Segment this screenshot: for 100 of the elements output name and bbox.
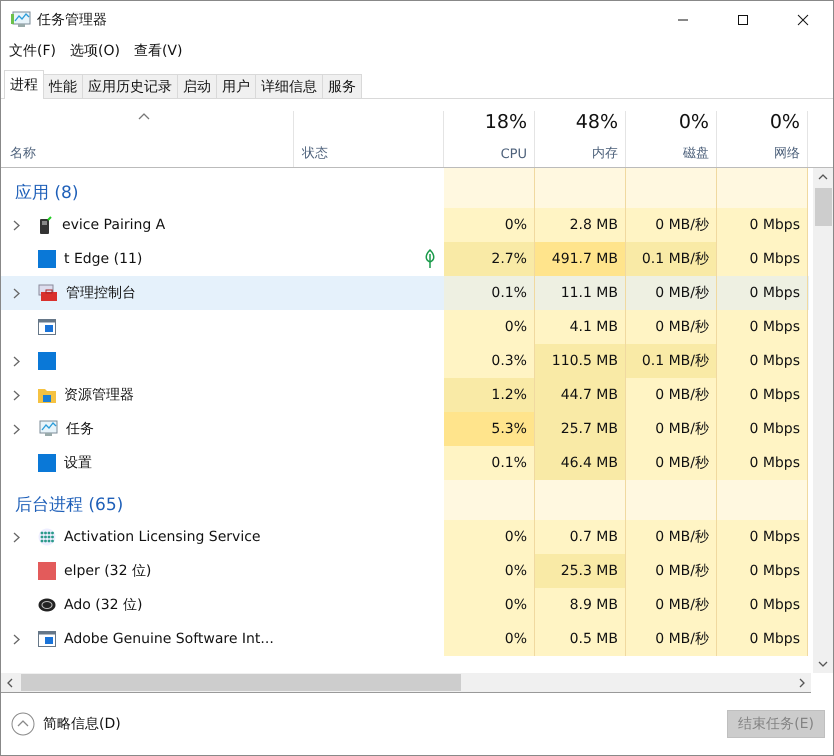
process-name: Ado (32 位) — [64, 596, 142, 614]
scroll-right-icon[interactable] — [799, 678, 805, 688]
app-icon — [38, 352, 56, 370]
metric-cell: 0.7 MB — [535, 520, 626, 554]
tab[interactable]: 详细信息 — [255, 74, 323, 98]
metric-cell: 0 MB/秒 — [626, 276, 717, 310]
metric-cell: 0 Mbps — [717, 208, 808, 242]
column-header[interactable]: 状态 — [302, 144, 443, 162]
group-title: 应用 (8) — [15, 182, 78, 204]
toolbox-icon — [38, 284, 58, 302]
process-row[interactable]: t Edge (11) 2.7% 491.7 MB 0.1 MB/秒 0 Mbps — [1, 242, 809, 276]
tab[interactable]: 应用历史记录 — [82, 74, 178, 98]
column-header[interactable]: 内存 — [592, 144, 618, 162]
metric-cell: 11.1 MB — [535, 276, 626, 310]
process-name: 设置 — [64, 454, 92, 472]
process-row[interactable]: Adobe Genuine Software Int... 0% 0.5 MB 0 MB/秒 0 Mbps — [1, 622, 809, 656]
process-name: 管理控制台 — [66, 284, 136, 302]
tab[interactable]: 性能 — [43, 74, 83, 98]
vertical-scrollbar[interactable] — [813, 168, 833, 673]
metric-cell: 110.5 MB — [535, 344, 626, 378]
process-row[interactable]: elper (32 位) 0% 25.3 MB 0 MB/秒 0 Mbps — [1, 554, 809, 588]
metric-cell: 0 MB/秒 — [626, 588, 717, 622]
menu-item[interactable]: 文件(F) — [9, 42, 56, 60]
menu-item[interactable]: 查看(V) — [134, 42, 182, 60]
metric-cell: 0 Mbps — [717, 588, 808, 622]
app-icon — [38, 454, 56, 472]
process-name: elper (32 位) — [64, 562, 152, 580]
app-icon — [38, 562, 56, 580]
metric-cell: 0 Mbps — [717, 378, 808, 412]
horizontal-scrollbar[interactable] — [1, 673, 811, 693]
process-row[interactable]: 管理控制台 0.1% 11.1 MB 0 MB/秒 0 Mbps — [1, 276, 809, 310]
metric-cell: 0 Mbps — [717, 242, 808, 276]
process-row[interactable]: 0% 4.1 MB 0 MB/秒 0 Mbps — [1, 310, 809, 344]
column-header[interactable]: 磁盘 — [683, 144, 709, 162]
window-icon — [38, 319, 56, 335]
maximize-icon — [737, 14, 749, 26]
chevron-right-icon[interactable] — [13, 390, 20, 400]
column-header[interactable]: 名称 — [10, 144, 293, 162]
scroll-thumb[interactable] — [21, 674, 461, 691]
metric-cell: 0 MB/秒 — [626, 554, 717, 588]
monitor-chart-icon — [11, 11, 31, 29]
chevron-right-icon[interactable] — [13, 532, 20, 542]
metric-cell: 0 MB/秒 — [626, 378, 717, 412]
scroll-down-icon[interactable] — [818, 661, 828, 667]
metric-cell: 0 Mbps — [717, 310, 808, 344]
scroll-up-icon[interactable] — [818, 174, 828, 180]
metric-cell: 0 Mbps — [717, 622, 808, 656]
metric-cell: 1.2% — [444, 378, 535, 412]
metric-cell: 0 MB/秒 — [626, 412, 717, 446]
metric-cell: 0% — [444, 310, 535, 344]
metric-cell: 0 MB/秒 — [626, 310, 717, 344]
column-total: 0% — [770, 111, 800, 133]
metric-cell: 0% — [444, 554, 535, 588]
process-name: t Edge (11) — [64, 251, 142, 267]
process-row[interactable]: 0.3% 110.5 MB 0.1 MB/秒 0 Mbps — [1, 344, 809, 378]
metric-cell: 0% — [444, 208, 535, 242]
tab[interactable]: 启动 — [177, 74, 217, 98]
metric-cell: 2.8 MB — [535, 208, 626, 242]
metric-cell: 0 MB/秒 — [626, 520, 717, 554]
metric-cell: 0.1% — [444, 276, 535, 310]
process-row[interactable]: 任务 5.3% 25.7 MB 0 MB/秒 0 Mbps — [1, 412, 809, 446]
process-row[interactable]: Activation Licensing Service 0% 0.7 MB 0 MB/秒 0 Mbps — [1, 520, 809, 554]
metric-cell: 0 Mbps — [717, 446, 808, 480]
tab[interactable]: 用户 — [216, 74, 256, 98]
folder-icon — [38, 387, 56, 403]
process-row[interactable]: 资源管理器 1.2% 44.7 MB 0 MB/秒 0 Mbps — [1, 378, 809, 412]
chevron-right-icon[interactable] — [13, 288, 20, 298]
metric-cell: 0.1 MB/秒 — [626, 344, 717, 378]
metric-cell: 0 Mbps — [717, 554, 808, 588]
column-total: 0% — [678, 111, 709, 133]
chevron-right-icon[interactable] — [13, 220, 20, 230]
metric-cell: 0 Mbps — [717, 344, 808, 378]
column-total: 48% — [576, 111, 618, 133]
process-row[interactable]: Ado (32 位) 0% 8.9 MB 0 MB/秒 0 Mbps — [1, 588, 809, 622]
chevron-right-icon[interactable] — [13, 424, 20, 434]
scroll-thumb[interactable] — [814, 188, 832, 226]
metric-cell: 8.9 MB — [535, 588, 626, 622]
column-header[interactable]: CPU — [500, 147, 527, 162]
metric-cell: 0.1% — [444, 446, 535, 480]
tab[interactable]: 进程 — [4, 70, 44, 99]
details-toggle[interactable]: 简略信息(D) — [11, 712, 121, 736]
process-row[interactable]: 设置 0.1% 46.4 MB 0 MB/秒 0 Mbps — [1, 446, 809, 480]
column-header[interactable]: 网络 — [774, 144, 800, 162]
metric-cell: 0% — [444, 588, 535, 622]
chevron-right-icon[interactable] — [13, 356, 20, 366]
metric-cell: 0 MB/秒 — [626, 208, 717, 242]
metric-cell: 0.1 MB/秒 — [626, 242, 717, 276]
metric-cell: 2.7% — [444, 242, 535, 276]
metric-cell: 0 Mbps — [717, 276, 808, 310]
chevron-right-icon[interactable] — [13, 634, 20, 644]
metric-cell: 0 MB/秒 — [626, 446, 717, 480]
metric-cell: 0.3% — [444, 344, 535, 378]
process-row[interactable]: evice Pairing A 0% 2.8 MB 0 MB/秒 0 Mbps — [1, 208, 809, 242]
tab[interactable]: 服务 — [322, 74, 362, 98]
metric-cell: 0 Mbps — [717, 520, 808, 554]
metric-cell: 25.3 MB — [535, 554, 626, 588]
metric-cell: 46.4 MB — [535, 446, 626, 480]
metric-cell: 4.1 MB — [535, 310, 626, 344]
scroll-left-icon[interactable] — [7, 678, 13, 688]
menu-item[interactable]: 选项(O) — [70, 42, 120, 60]
